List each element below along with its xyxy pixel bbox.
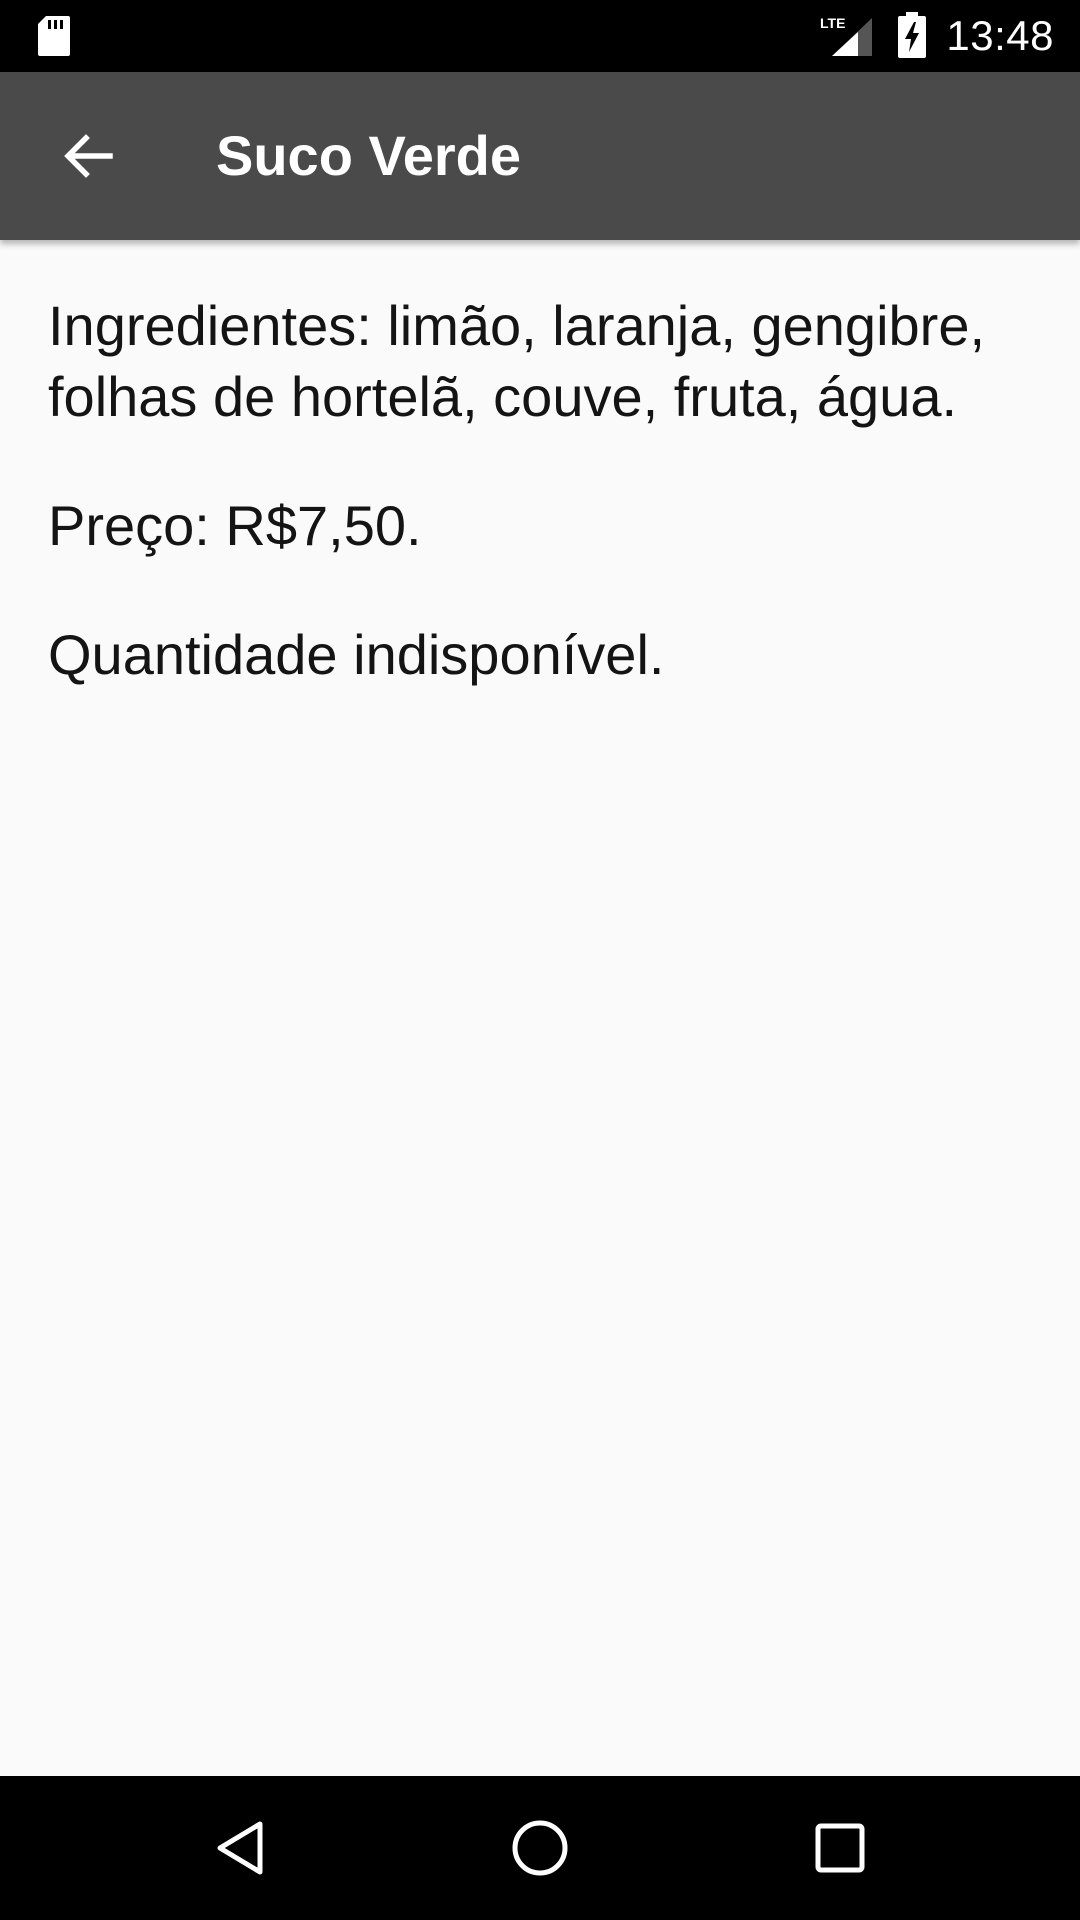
system-nav-bar [0,1776,1080,1920]
nav-recents-icon [815,1823,865,1873]
lte-signal-icon: LTE [820,15,872,56]
nav-recents-button[interactable] [804,1812,876,1884]
sd-card-icon [38,16,70,56]
lte-label: LTE [820,15,845,31]
nav-back-icon [217,1821,263,1875]
page-title: Suco Verde [216,124,522,187]
availability-text: Quantidade indisponível. [48,623,665,686]
product-details: Ingredientes: limão, laranja, gengibre, … [48,290,1038,748]
nav-home-icon [512,1820,568,1876]
nav-back-button[interactable] [204,1812,276,1884]
nav-home-button[interactable] [504,1812,576,1884]
status-bar: LTE 13:48 [0,0,1080,72]
app-bar: Suco Verde [0,72,1080,240]
battery-charging-icon [898,12,926,58]
back-button[interactable] [40,108,136,204]
screen: LTE 13:48 Suco Verde Ingredientes: limão… [0,0,1080,1920]
price-text: Preço: R$7,50. [48,494,422,557]
status-time: 13:48 [946,12,1054,59]
ingredients-text: Ingredientes: limão, laranja, gengibre, … [48,294,986,428]
arrow-left-icon [64,134,113,178]
